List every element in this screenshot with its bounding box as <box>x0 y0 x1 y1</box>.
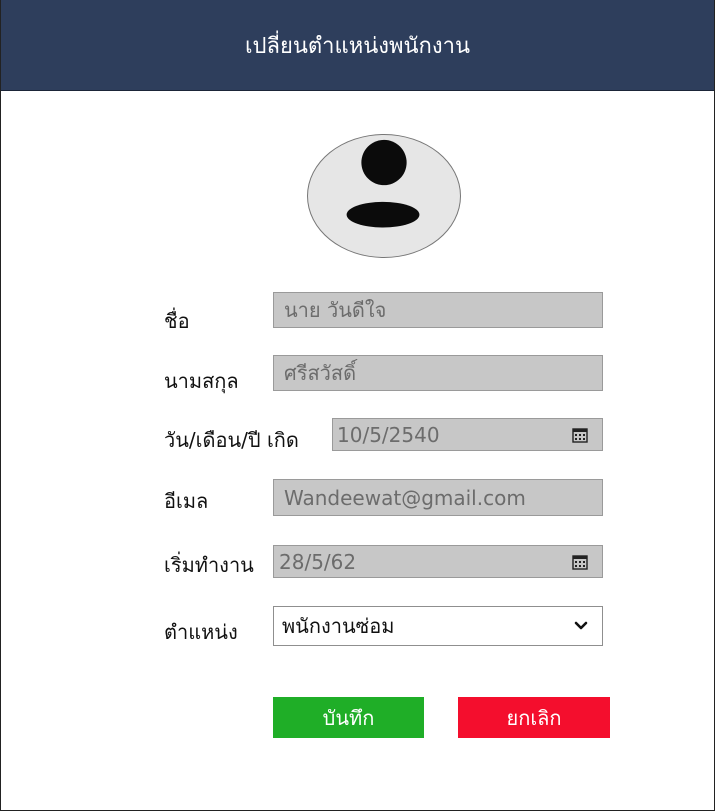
email-field[interactable]: Wandeewat@gmail.com <box>273 479 603 516</box>
last-name-label: นามสกุล <box>164 369 239 393</box>
cancel-button[interactable]: ยกเลิก <box>458 697 610 738</box>
birth-date-label: วัน/เดือน/ปี เกิด <box>164 428 299 452</box>
page-header: เปลี่ยนตำแหน่งพนักงาน <box>1 0 714 91</box>
avatar <box>307 134 461 258</box>
user-silhouette-icon <box>346 139 420 228</box>
email-label: อีเมล <box>164 489 209 513</box>
start-date-field[interactable]: 28/5/62 <box>273 545 603 578</box>
first-name-label: ชื่อ <box>164 309 190 333</box>
employee-position-form: เปลี่ยนตำแหน่งพนักงาน ชื่อ นาย วันดีใจ น… <box>0 0 715 811</box>
position-select[interactable]: พนักงานซ่อม <box>273 606 603 646</box>
last-name-value: ศรีสวัสดิ์ <box>284 361 357 385</box>
start-date-label: เริ่มทำงาน <box>164 553 254 577</box>
page-title: เปลี่ยนตำแหน่งพนักงาน <box>245 33 470 59</box>
first-name-field[interactable]: นาย วันดีใจ <box>273 292 603 328</box>
start-date-value: 28/5/62 <box>279 549 357 574</box>
calendar-icon[interactable] <box>572 554 588 570</box>
chevron-down-icon[interactable] <box>574 621 588 631</box>
save-button[interactable]: บันทึก <box>273 697 424 738</box>
last-name-field[interactable]: ศรีสวัสดิ์ <box>273 355 603 391</box>
first-name-value: นาย วันดีใจ <box>284 298 387 322</box>
birth-date-field[interactable]: 10/5/2540 <box>332 418 603 451</box>
birth-date-value: 10/5/2540 <box>337 422 440 447</box>
position-value: พนักงานซ่อม <box>282 614 395 638</box>
email-value: Wandeewat@gmail.com <box>284 485 526 510</box>
position-label: ตำแหน่ง <box>164 620 238 644</box>
calendar-icon[interactable] <box>572 427 588 443</box>
